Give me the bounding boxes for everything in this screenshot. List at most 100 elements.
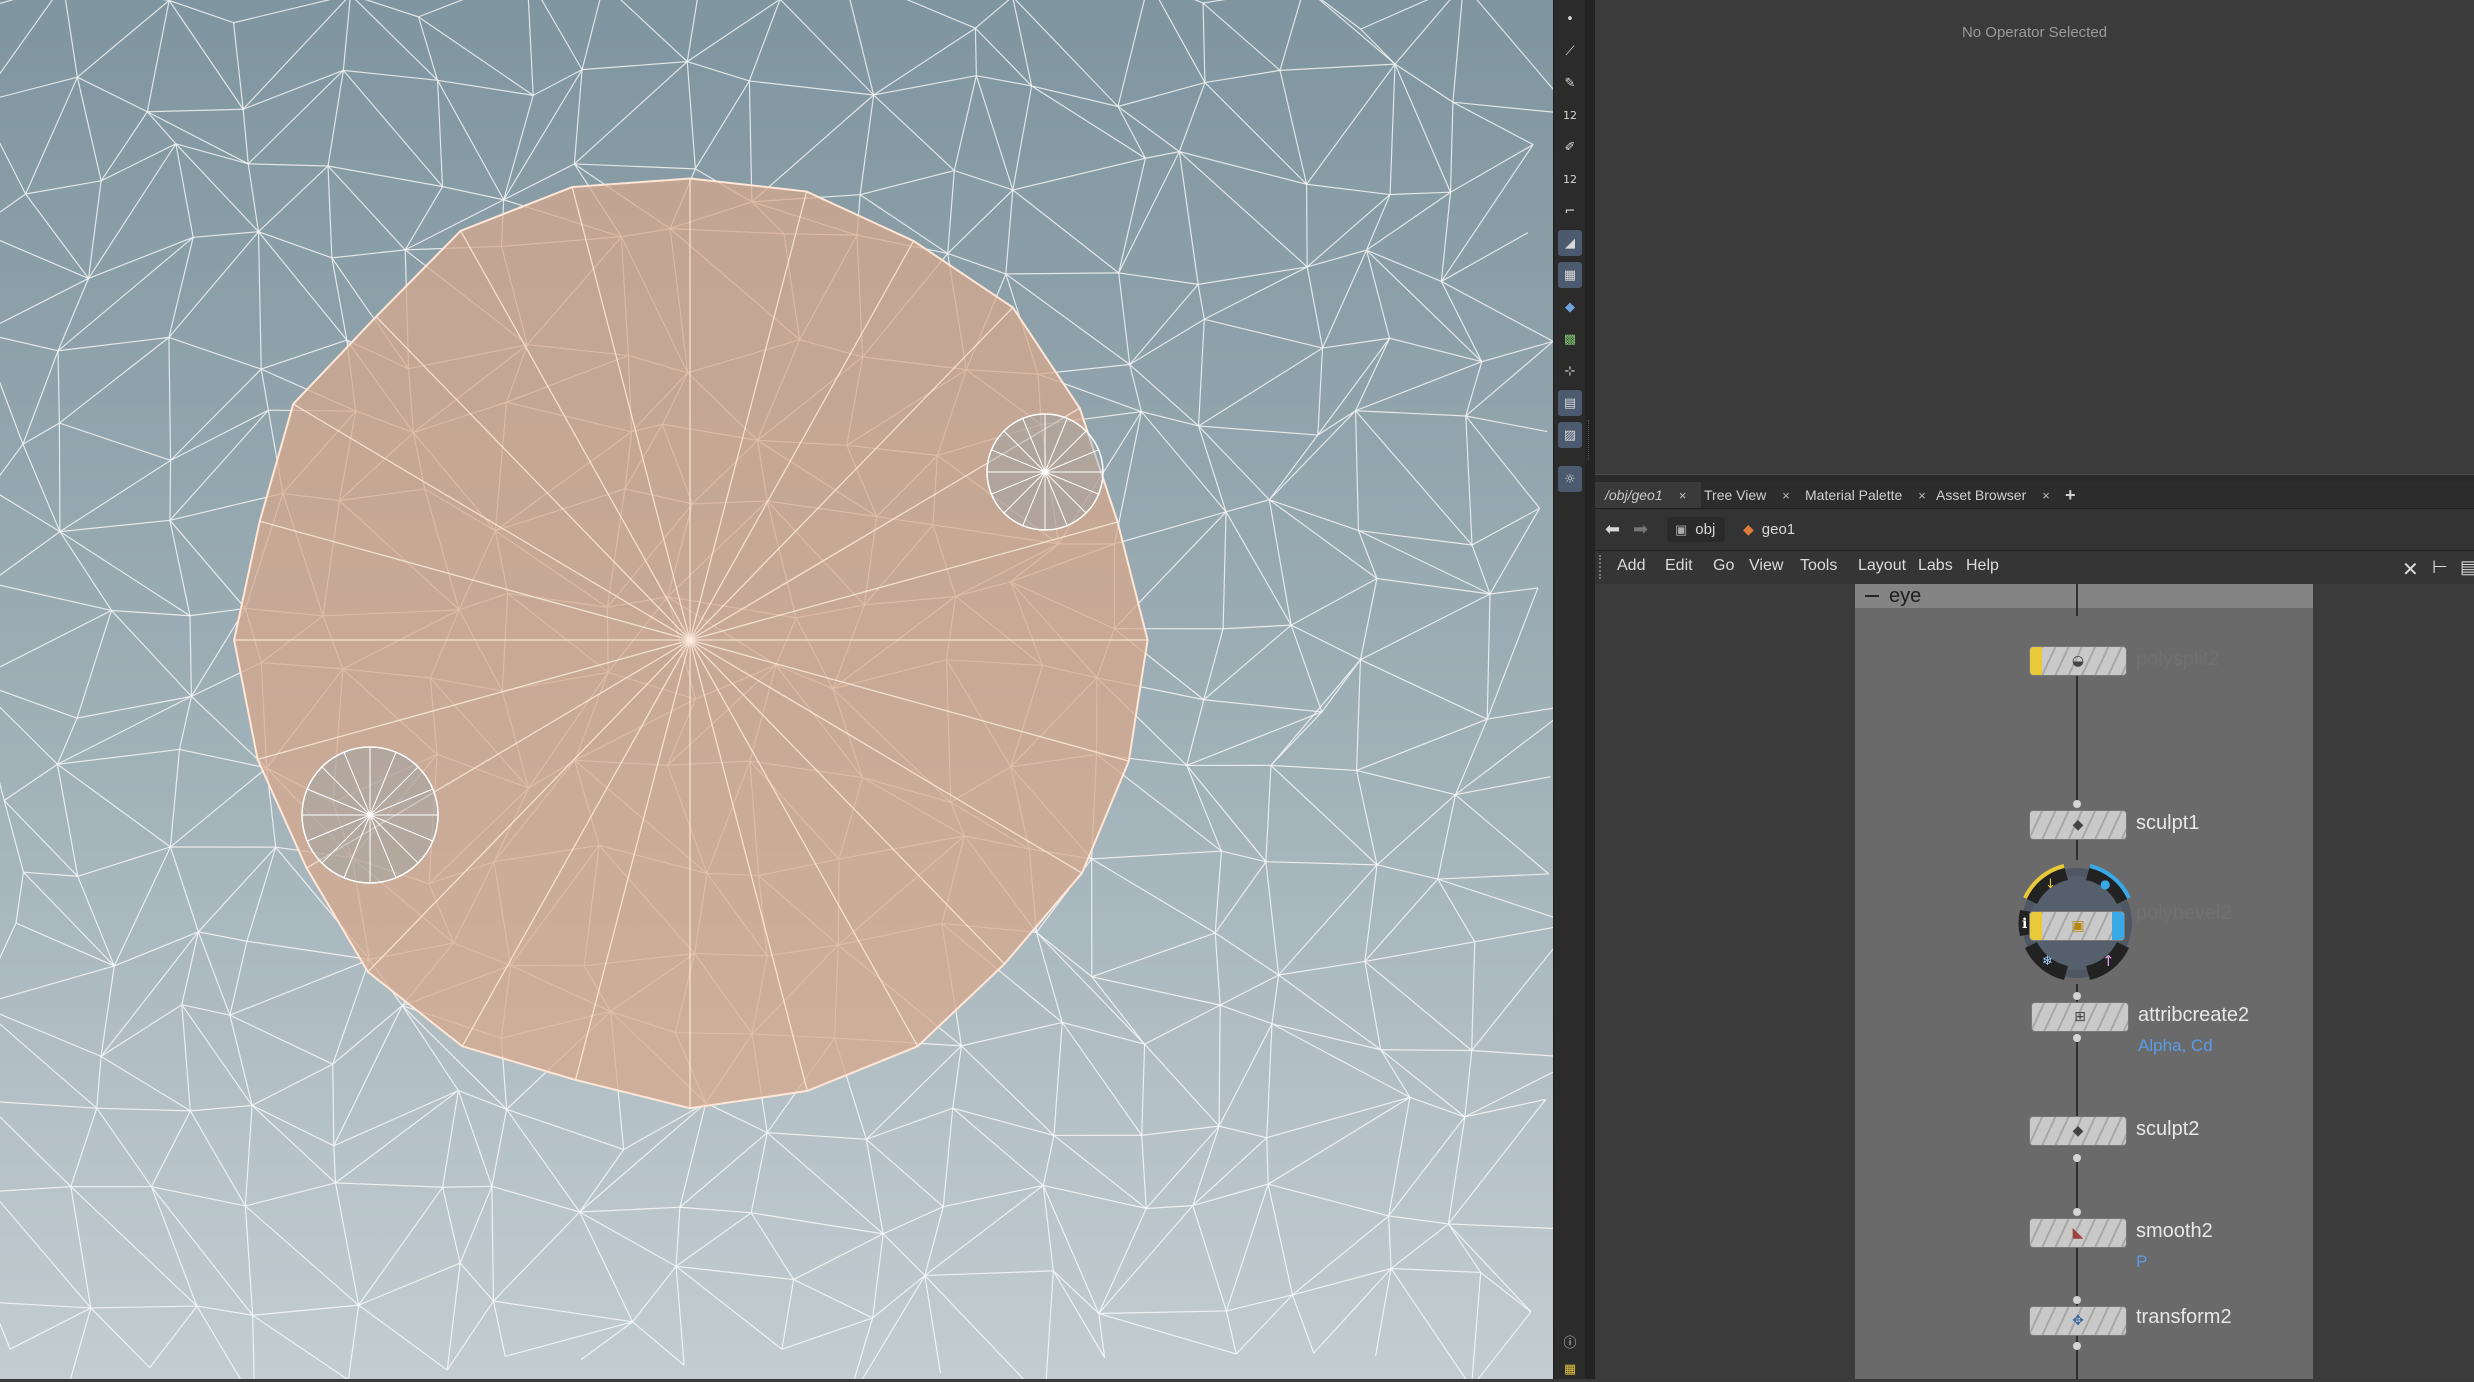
input-connector[interactable]: [2073, 1296, 2081, 1304]
menu-view[interactable]: View: [1749, 557, 1783, 575]
node-label: polybevel2: [2136, 902, 2232, 924]
node-sculpt2[interactable]: ◆: [2029, 1116, 2127, 1146]
back-arrow-icon[interactable]: ⬅: [1605, 517, 1620, 542]
node-smooth2[interactable]: ◣: [2029, 1218, 2127, 1248]
tab-label: Asset Browser: [1936, 487, 2027, 503]
select-points-icon[interactable]: •: [1558, 6, 1582, 32]
add-tab-button[interactable]: +: [2055, 482, 2086, 508]
node-label: sculpt1: [2136, 812, 2200, 834]
node-label: smooth2: [2136, 1220, 2213, 1242]
breadcrumb-label: geo1: [1761, 521, 1796, 538]
obj-network-icon: ▣: [1675, 521, 1688, 537]
svg-text:❄: ❄: [2042, 954, 2053, 969]
wire: [2076, 584, 2078, 616]
node-transform2[interactable]: ✥: [2029, 1306, 2127, 1336]
tab-label: /obj/geo1: [1605, 487, 1663, 503]
network-editor[interactable]: eye ◒ polysplit2 ◆ sculpt1 ↓ ● i ❄ ↑ ▣ p…: [1595, 584, 2474, 1379]
pen-icon[interactable]: ✎: [1558, 70, 1582, 96]
breadcrumb-obj[interactable]: ▣ obj: [1667, 517, 1726, 542]
menu-add[interactable]: Add: [1617, 557, 1645, 575]
node-attribute-hint: P: [2136, 1252, 2148, 1271]
display-flag[interactable]: [2030, 647, 2042, 675]
info-icon[interactable]: ⓘ: [1558, 1328, 1582, 1354]
tab-tree-view[interactable]: Tree View ×: [1694, 482, 1800, 508]
forward-arrow-icon[interactable]: ➡: [1633, 517, 1648, 542]
sculpt-icon[interactable]: ◢: [1558, 230, 1582, 256]
pivot-icon[interactable]: ⊹: [1558, 358, 1582, 384]
smooth-icon: ◣: [2072, 1225, 2084, 1241]
diamond-icon[interactable]: ◆: [1558, 294, 1582, 320]
node-label: sculpt2: [2136, 1118, 2200, 1140]
grid-icon[interactable]: ▩: [1558, 326, 1582, 352]
menu-help[interactable]: Help: [1966, 557, 1999, 575]
menu-go[interactable]: Go: [1713, 557, 1734, 575]
output-connector[interactable]: [2073, 1154, 2081, 1162]
path-bar: ⬅ ➡ ▣ obj ◆ geo1: [1595, 509, 2474, 551]
tree-layout-icon[interactable]: ⊢: [2432, 557, 2448, 578]
menu-labs[interactable]: Labs: [1918, 557, 1953, 575]
node-polysplit2[interactable]: ◒: [2029, 646, 2127, 676]
paint-icon[interactable]: ✐: [1558, 134, 1582, 160]
paint-number-icon[interactable]: 12: [1558, 166, 1582, 192]
pane-splitter[interactable]: [1585, 0, 1595, 1379]
output-connector[interactable]: [2073, 1342, 2081, 1350]
node-label: polysplit2: [2136, 648, 2220, 670]
node-label: attribcreate2: [2138, 1004, 2250, 1026]
image-icon[interactable]: ▨: [1558, 422, 1582, 448]
transform-icon: ✥: [2072, 1313, 2084, 1329]
breadcrumb-geo1[interactable]: ◆ geo1: [1743, 517, 1795, 542]
node-attribcreate2[interactable]: ⊞: [2031, 1002, 2129, 1032]
network-menu-bar: Add Edit Go View Tools Layout Labs Help …: [1595, 551, 2474, 584]
menu-grip: [1599, 555, 1607, 579]
layer-icon[interactable]: ▤: [1558, 390, 1582, 416]
svg-text:↑: ↑: [2102, 952, 2115, 970]
texture-icon[interactable]: ▦: [1558, 262, 1582, 288]
tab-label: Material Palette: [1805, 487, 1903, 503]
menu-edit[interactable]: Edit: [1665, 557, 1693, 575]
tab-material-palette[interactable]: Material Palette ×: [1795, 482, 1936, 508]
template-flag[interactable]: [2112, 912, 2124, 940]
collapse-icon[interactable]: [1865, 595, 1879, 597]
network-box-title: eye: [1889, 584, 1922, 607]
svg-text:●: ●: [2100, 877, 2110, 891]
svg-text:i: i: [2022, 916, 2027, 932]
corner-icon[interactable]: ⌐: [1558, 198, 1582, 224]
wireframe-mesh: [0, 0, 1553, 1379]
wrench-icon[interactable]: ✕: [2402, 557, 2419, 582]
viewport-3d[interactable]: [0, 0, 1553, 1379]
node-attribute-hint: Alpha, Cd: [2138, 1036, 2213, 1055]
no-operator-message: No Operator Selected: [1961, 24, 2108, 41]
close-icon[interactable]: ×: [1918, 488, 1926, 503]
svg-text:↓: ↓: [2045, 877, 2056, 892]
tab-network[interactable]: /obj/geo1 ×: [1595, 482, 1701, 508]
close-icon[interactable]: ×: [1679, 488, 1687, 503]
menu-tools[interactable]: Tools: [1800, 557, 1837, 575]
input-connector[interactable]: [2073, 800, 2081, 808]
polysplit-icon: ◒: [2071, 653, 2085, 669]
list-icon[interactable]: ▤: [2460, 557, 2474, 578]
layout-icon[interactable]: ▦: [1558, 1356, 1582, 1382]
polybevel-icon: ▣: [2071, 918, 2085, 934]
geo-icon: ◆: [1743, 521, 1754, 537]
parameter-pane: No Operator Selected: [1595, 0, 2474, 474]
number-12-icon[interactable]: 12: [1558, 102, 1582, 128]
output-connector[interactable]: [2073, 1034, 2081, 1042]
breadcrumb-label: obj: [1695, 521, 1716, 538]
wire: [2076, 674, 2078, 804]
node-sculpt1[interactable]: ◆: [2029, 810, 2127, 840]
tab-asset-browser[interactable]: Asset Browser ×: [1926, 482, 2060, 508]
close-icon[interactable]: ×: [1782, 488, 1790, 503]
attribcreate-icon: ⊞: [2074, 1009, 2086, 1025]
viewport-toolbar: • ⟋ ✎ 12 ✐ 12 ⌐ ◢ ▦ ◆ ▩ ⊹ ▤ ▨ ☼ ⓘ ▦: [1553, 0, 1586, 1379]
output-connector[interactable]: [2073, 992, 2081, 1000]
wire: [2076, 1162, 2078, 1214]
brush-icon[interactable]: ⟋: [1558, 38, 1582, 64]
network-box-header[interactable]: eye: [1855, 584, 2313, 608]
display-flag[interactable]: [2030, 912, 2042, 940]
close-icon[interactable]: ×: [2042, 488, 2050, 503]
menu-layout[interactable]: Layout: [1858, 557, 1906, 575]
node-polybevel2[interactable]: ▣: [2029, 911, 2125, 941]
light-icon[interactable]: ☼: [1558, 466, 1582, 492]
input-connector[interactable]: [2073, 1208, 2081, 1216]
sculpt-icon: ◆: [2072, 817, 2084, 833]
